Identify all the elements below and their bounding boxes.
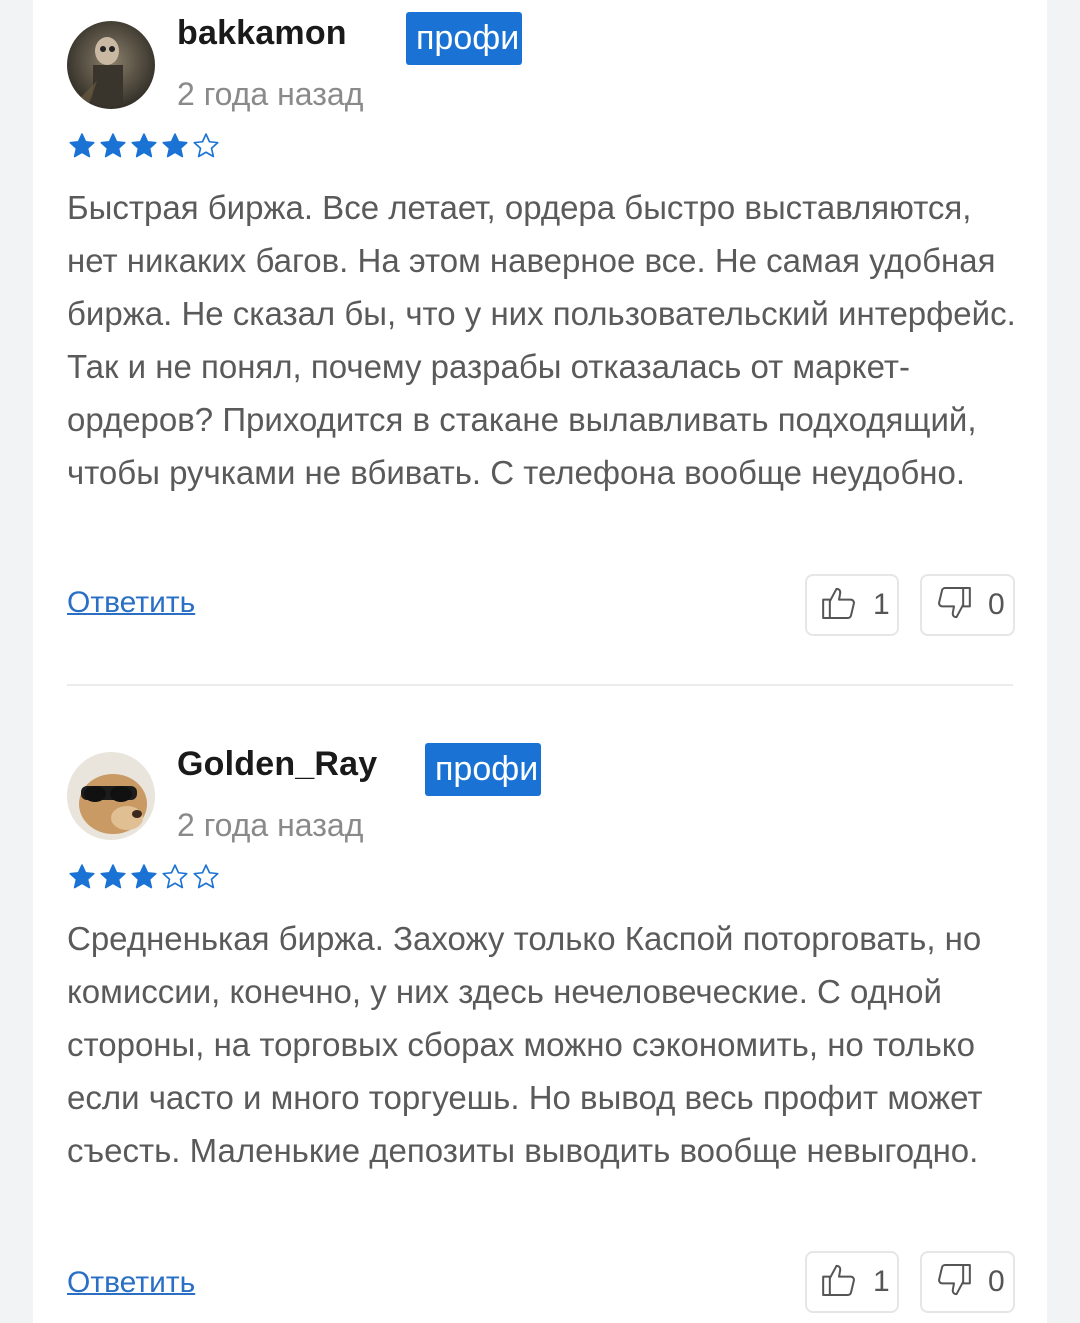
reply-link[interactable]: Ответить [67,586,195,620]
star-filled-icon [100,133,126,158]
review-time: 2 года назад [177,807,364,843]
dislike-button[interactable]: 0 [920,1251,1015,1313]
reply-link[interactable]: Ответить [67,1266,195,1300]
review-text: Быстрая биржа. Все летает, ордера быстро… [67,189,1016,491]
star-filled-icon [162,133,188,158]
star-filled-icon [69,864,95,889]
thumbs-down-icon [922,1260,974,1305]
star-filled-icon [100,864,126,889]
pro-badge: профи [425,743,541,796]
reviews-card: bakkamon профи 2 года назад Быстрая бирж… [33,0,1047,1323]
like-button[interactable]: 1 [805,1251,899,1313]
like-count: 1 [873,1265,890,1298]
review-time: 2 года назад [177,76,364,112]
divider [67,684,1013,686]
username[interactable]: Golden_Ray [177,745,377,784]
star-filled-icon [69,133,95,158]
dislike-button[interactable]: 0 [920,574,1015,636]
like-count: 1 [873,588,890,621]
rating-stars [67,131,221,163]
star-filled-icon [131,133,157,158]
like-button[interactable]: 1 [805,574,899,636]
review-text: Средненькая биржа. Захожу только Каспой … [67,920,983,1169]
pro-badge: профи [406,12,522,65]
avatar[interactable] [67,21,155,109]
thumbs-up-icon [807,1260,859,1305]
star-outline-icon [193,864,219,889]
star-outline-icon [193,133,219,158]
dislike-count: 0 [988,1265,1005,1298]
star-filled-icon [131,864,157,889]
avatar[interactable] [67,752,155,840]
star-outline-icon [162,864,188,889]
username[interactable]: bakkamon [177,14,347,53]
thumbs-up-icon [807,583,859,628]
dislike-count: 0 [988,588,1005,621]
rating-stars [67,862,221,894]
thumbs-down-icon [922,583,974,628]
